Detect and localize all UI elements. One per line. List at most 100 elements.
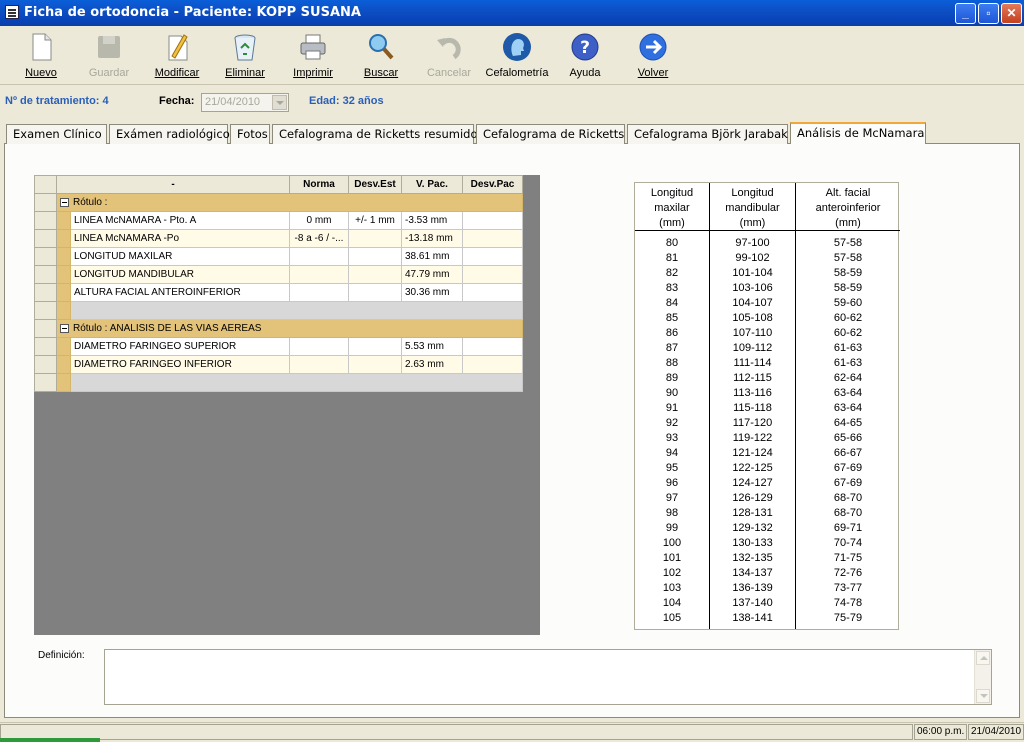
row-v-pac: 38.61 mm [401,247,463,266]
header-maxilar: Longitud maxilar (mm) [650,187,694,229]
row-v-pac: -3.53 mm [401,211,463,230]
table-row[interactable]: LONGITUD MANDIBULAR 47.79 mm [34,265,523,284]
tab-mcnamara[interactable]: Análisis de McNamara [790,122,926,144]
reference-cell: 104-107 [732,297,773,309]
reference-cell: 75-79 [833,612,863,624]
reference-cell: 119-122 [732,432,773,444]
reference-cell: 117-120 [732,417,773,429]
save-icon [98,36,120,58]
grid-header-norma[interactable]: Norma [289,175,349,194]
tab-bjork-jarabak[interactable]: Cefalograma Björk Jarabak [627,124,788,144]
reference-cell: 111-114 [733,357,772,369]
reference-cell: 113-116 [733,387,772,399]
nuevo-label: Nuevo [25,67,57,79]
taskbar-strip [0,738,100,742]
reference-cell: 137-140 [732,597,773,609]
row-desv-pac [462,247,523,266]
grid-header-desv-pac[interactable]: Desv.Pac [462,175,523,194]
row-desv-pac [462,283,523,302]
reference-cell: 92 [665,417,679,429]
reference-cell: 70-74 [833,537,863,549]
imprimir-label: Imprimir [293,67,333,79]
table-row[interactable]: LONGITUD MAXILAR 38.61 mm [34,247,523,266]
definicion-scrollbar[interactable] [974,650,991,704]
group-title: Rótulo : ANALISIS DE LAS VIAS AEREAS [73,323,262,334]
reference-cell: 64-65 [833,417,863,429]
guardar-button[interactable]: Guardar [77,30,141,82]
tab-examen-radiologico[interactable]: Exámen radiológico [109,124,230,144]
group-row[interactable]: Rótulo : [34,193,523,212]
reference-cell: 101-104 [732,267,773,279]
col-facial: Alt. facial anteroinferior (mm) 57-58 57-… [796,183,900,629]
reference-cell: 103-106 [732,282,773,294]
table-row[interactable]: ALTURA FACIAL ANTEROINFERIOR 30.36 mm [34,283,523,302]
imprimir-button[interactable]: Imprimir [281,30,345,82]
scroll-down-icon[interactable] [976,689,990,703]
row-desv-pac [462,355,523,374]
table-row[interactable]: DIAMETRO FARINGEO INFERIOR 2.63 mm [34,355,523,374]
table-row[interactable]: LINEA McNAMARA - Pto. A 0 mm +/- 1 mm -3… [34,211,523,230]
row-norma [289,337,349,356]
minimize-button[interactable]: _ [955,3,976,24]
row-name: LONGITUD MANDIBULAR [70,265,290,284]
reference-cell: 74-78 [833,597,863,609]
definicion-textarea[interactable] [104,649,992,705]
cancelar-label: Cancelar [426,67,472,79]
table-row[interactable]: DIAMETRO FARINGEO SUPERIOR 5.53 mm [34,337,523,356]
values-facial: 57-58 57-58 58-59 58-59 59-60 60-62 60-62 61-63… [796,236,900,626]
toolbar: Nuevo Guardar Modificar Eliminar Imprimi… [0,26,1024,84]
header-facial: Alt. facial anteroinferior (mm) [815,187,881,229]
ayuda-button[interactable]: ? Ayuda [553,30,617,82]
group-row[interactable]: Rótulo : ANALISIS DE LAS VIAS AEREAS [34,319,523,338]
volver-button[interactable]: Volver [621,30,685,82]
reference-cell: 91 [665,402,679,414]
modificar-button[interactable]: Modificar [145,30,209,82]
grid-header-name[interactable]: - [56,175,290,194]
reference-cell: 100 [662,537,682,549]
table-row[interactable]: LINEA McNAMARA -Po -8 a -6 / -... -13.18… [34,229,523,248]
tab-fotos[interactable]: Fotos [230,124,270,144]
collapse-icon[interactable] [60,197,69,207]
reference-cell: 121-124 [732,447,773,459]
window-title: Ficha de ortodoncia - Paciente: KOPP SUS… [24,5,361,20]
cancelar-button[interactable]: Cancelar [417,30,481,82]
reference-cell: 67-69 [833,462,863,474]
reference-cell: 61-63 [833,357,863,369]
maximize-button[interactable]: ▫ [978,3,999,24]
status-time: 06:00 p.m. [914,724,967,740]
reference-cell: 99 [665,522,679,534]
fecha-field[interactable]: 21/04/2010 [201,93,289,112]
grid-header-desv-est[interactable]: Desv.Est [348,175,402,194]
dropdown-arrow-icon[interactable] [272,95,287,110]
row-name: ALTURA FACIAL ANTEROINFERIOR [70,283,290,302]
tab-ricketts[interactable]: Cefalograma de Ricketts [476,124,625,144]
reference-table: Longitud maxilar (mm) 80 81 82 83 84 85 86 87 88… [634,182,900,630]
reference-cell: 102 [662,567,682,579]
new-document-icon [32,33,52,61]
row-norma [289,265,349,284]
arrow-right-icon [639,33,667,61]
row-v-pac: -13.18 mm [401,229,463,248]
grid-header-v-pac[interactable]: V. Pac. [401,175,463,194]
reference-cell: 86 [665,327,679,339]
reference-cell: 60-62 [833,327,863,339]
reference-cell: 124-127 [732,477,773,489]
reference-cell: 66-67 [833,447,863,459]
scroll-up-icon[interactable] [976,651,990,665]
nuevo-button[interactable]: Nuevo [9,30,73,82]
collapse-icon[interactable] [60,323,69,333]
reference-cell: 98 [665,507,679,519]
reference-cell: 101 [662,552,682,564]
tab-ricketts-resumido[interactable]: Cefalograma de Ricketts resumido [272,124,478,144]
reference-cell: 96 [665,477,679,489]
title-bar: Ficha de ortodoncia - Paciente: KOPP SUS… [0,0,1024,26]
eliminar-button[interactable]: Eliminar [213,30,277,82]
reference-cell: 88 [665,357,679,369]
reference-cell: 104 [662,597,682,609]
tab-examen-clinico[interactable]: Examen Clínico [6,124,107,144]
buscar-button[interactable]: Buscar [349,30,413,82]
close-button[interactable]: ✕ [1001,3,1022,24]
cefalometria-button[interactable]: Cefalometría [485,30,549,82]
reference-cell: 68-70 [833,492,863,504]
reference-cell: 60-62 [833,312,863,324]
